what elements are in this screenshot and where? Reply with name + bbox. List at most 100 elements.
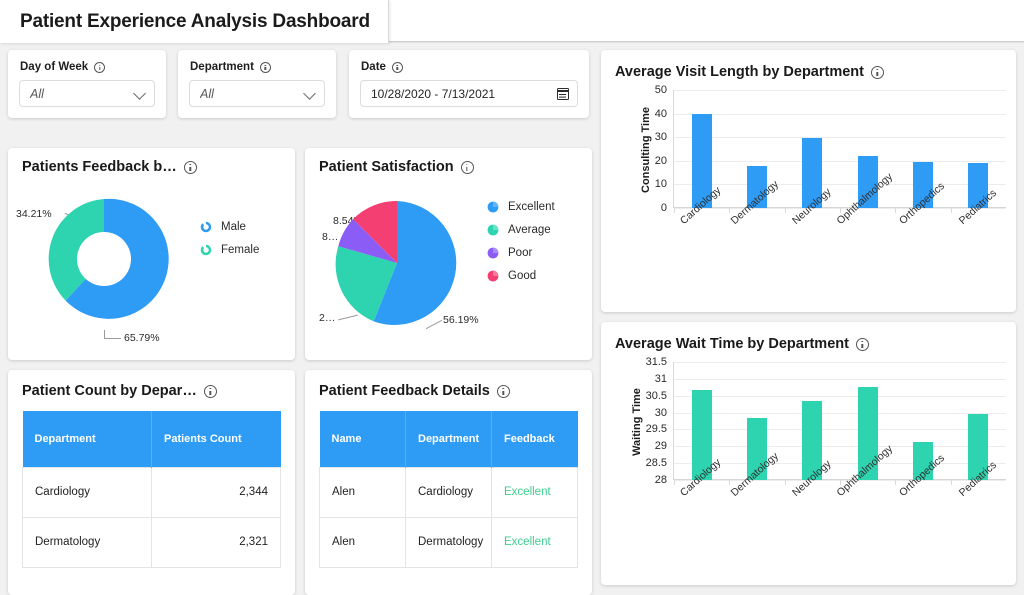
filter-day-of-week: Day of Week All (8, 50, 166, 118)
x-label-slot: Neurology (784, 186, 840, 284)
info-icon[interactable] (94, 61, 106, 73)
y-tick-label: 30 (654, 131, 667, 144)
card-patient-satisfaction: Patient Satisfaction 8.54% 8… 2… 56.19% … (305, 148, 592, 360)
x-label-slot: Ophthalmology (835, 171, 896, 284)
table-cell: Alen (319, 517, 406, 568)
pie-slice-label-excellent: 56.19% (443, 314, 479, 326)
legend-item-excellent[interactable]: Excellent (487, 201, 555, 213)
legend-pie-icon-good (487, 270, 499, 282)
filter-date: Date 10/28/2020 - 7/13/2021 (349, 50, 589, 118)
legend-item-poor[interactable]: Poor (487, 247, 555, 259)
info-icon[interactable] (259, 61, 271, 73)
leader-line-male-h (104, 338, 121, 339)
card-title: Patient Count by Depar… (22, 383, 295, 399)
card-title-text: Patient Count by Depar… (22, 383, 197, 399)
pie-chart-svg (335, 200, 457, 325)
y-tick-label: 50 (654, 84, 667, 96)
x-label-slot: Dermatology (729, 450, 785, 556)
table-cell: Alen (319, 466, 406, 518)
legend-label-poor: Poor (508, 247, 533, 259)
card-title: Average Visit Length by Department (615, 64, 1016, 80)
card-title: Average Wait Time by Department (615, 336, 1016, 352)
donut-hole (77, 232, 131, 286)
calendar-icon[interactable] (556, 87, 570, 100)
card-title-text: Average Wait Time by Department (615, 336, 849, 352)
department-value: All (200, 86, 214, 101)
table-row[interactable]: Cardiology 2,344 (22, 466, 281, 518)
legend-item-female[interactable]: Female (200, 244, 259, 256)
tab-bar-empty-area (341, 0, 1024, 42)
tab-patient-experience-analysis-dashboard[interactable]: Patient Experience Analysis Dashboard (0, 0, 389, 43)
y-tick-label: 40 (654, 107, 667, 120)
x-label-slot: Orthopedics (895, 180, 951, 284)
legend-item-average[interactable]: Average (487, 224, 555, 236)
dashboard-root: Patient Experience Analysis Dashboard Da… (0, 0, 1024, 595)
table-body: Cardiology 2,344 Dermatology 2,321 (22, 466, 281, 568)
legend-label-female: Female (221, 244, 260, 256)
chevron-down-icon (305, 88, 316, 99)
donut-chart-svg (48, 198, 169, 319)
column-header[interactable]: Patients Count (151, 411, 281, 467)
legend-item-good[interactable]: Good (487, 270, 555, 282)
table-row[interactable]: Alen Dermatology Excellent (319, 517, 578, 568)
info-icon[interactable] (855, 337, 869, 351)
bars-container (674, 90, 1006, 213)
x-label-slot: Orthopedics (895, 452, 951, 556)
info-icon[interactable] (391, 61, 403, 73)
legend-label-excellent: Excellent (508, 201, 555, 213)
filter-department-label: Department (190, 61, 254, 73)
filter-department: Department All (178, 50, 336, 118)
y-axis-ticks: 28 28.5 29 29.5 30 30.5 31 31.5 (627, 356, 671, 486)
table-row[interactable]: Alen Cardiology Excellent (319, 466, 578, 518)
legend-pie-icon-average (487, 224, 499, 236)
patient-feedback-table: Name Department Feedback Alen Cardiology Exc… (319, 411, 578, 568)
card-title: Patient Satisfaction (319, 159, 592, 175)
y-tick-label: 30.5 (645, 389, 667, 402)
info-icon[interactable] (870, 65, 884, 79)
info-icon[interactable] (203, 384, 217, 398)
card-average-wait-time: Average Wait Time by Department Waiting … (601, 322, 1016, 585)
y-tick-label: 10 (654, 178, 667, 191)
x-label-slot: Dermatology (729, 178, 785, 284)
column-header[interactable]: Department (405, 411, 492, 467)
table-cell: Dermatology (22, 517, 152, 568)
table-body: Alen Cardiology Excellent Alen Dermatology Ex… (319, 466, 578, 568)
plot-area (673, 90, 1006, 213)
y-tick-label: 31.5 (645, 356, 667, 368)
card-title-text: Average Visit Length by Department (615, 64, 864, 80)
table-cell: Cardiology (22, 466, 152, 518)
column-header[interactable]: Name (319, 411, 406, 467)
day-of-week-value: All (30, 86, 44, 101)
y-tick-label: 31 (654, 372, 667, 385)
column-header[interactable]: Feedback (491, 411, 578, 467)
donut-legend: Male Female (200, 221, 259, 256)
table-cell: 2,321 (151, 517, 281, 568)
column-header[interactable]: Department (22, 411, 152, 467)
date-range-value: 10/28/2020 - 7/13/2021 (371, 86, 496, 101)
x-label-slot: Ophthalmology (835, 443, 896, 556)
table-header-row: Department Patients Count (22, 411, 281, 467)
y-tick-label: 20 (654, 154, 667, 167)
y-tick-label: 28 (654, 474, 667, 486)
department-select[interactable]: All (189, 80, 325, 107)
table-header-row: Name Department Feedback (319, 411, 578, 467)
legend-item-male[interactable]: Male (200, 221, 259, 233)
y-tick-label: 29 (654, 440, 667, 453)
info-icon[interactable] (460, 160, 474, 174)
legend-label-good: Good (508, 270, 537, 282)
filter-label: Date (361, 61, 589, 73)
pie-slice-label-average: 2… (319, 312, 336, 324)
info-icon[interactable] (183, 160, 197, 174)
x-label-slot: Cardiology (673, 456, 729, 556)
filter-label: Day of Week (20, 61, 166, 73)
table-row[interactable]: Dermatology 2,321 (22, 517, 281, 568)
date-range-input[interactable]: 10/28/2020 - 7/13/2021 (360, 80, 578, 107)
day-of-week-select[interactable]: All (19, 80, 155, 107)
legend-label-average: Average (508, 224, 551, 236)
bar-slot (784, 362, 840, 485)
card-title: Patient Feedback Details (319, 383, 592, 399)
table-cell: Cardiology (405, 466, 492, 518)
x-label-slot: Cardiology (673, 184, 729, 284)
y-axis-ticks: 0 10 20 30 40 50 (627, 84, 671, 214)
info-icon[interactable] (496, 384, 510, 398)
